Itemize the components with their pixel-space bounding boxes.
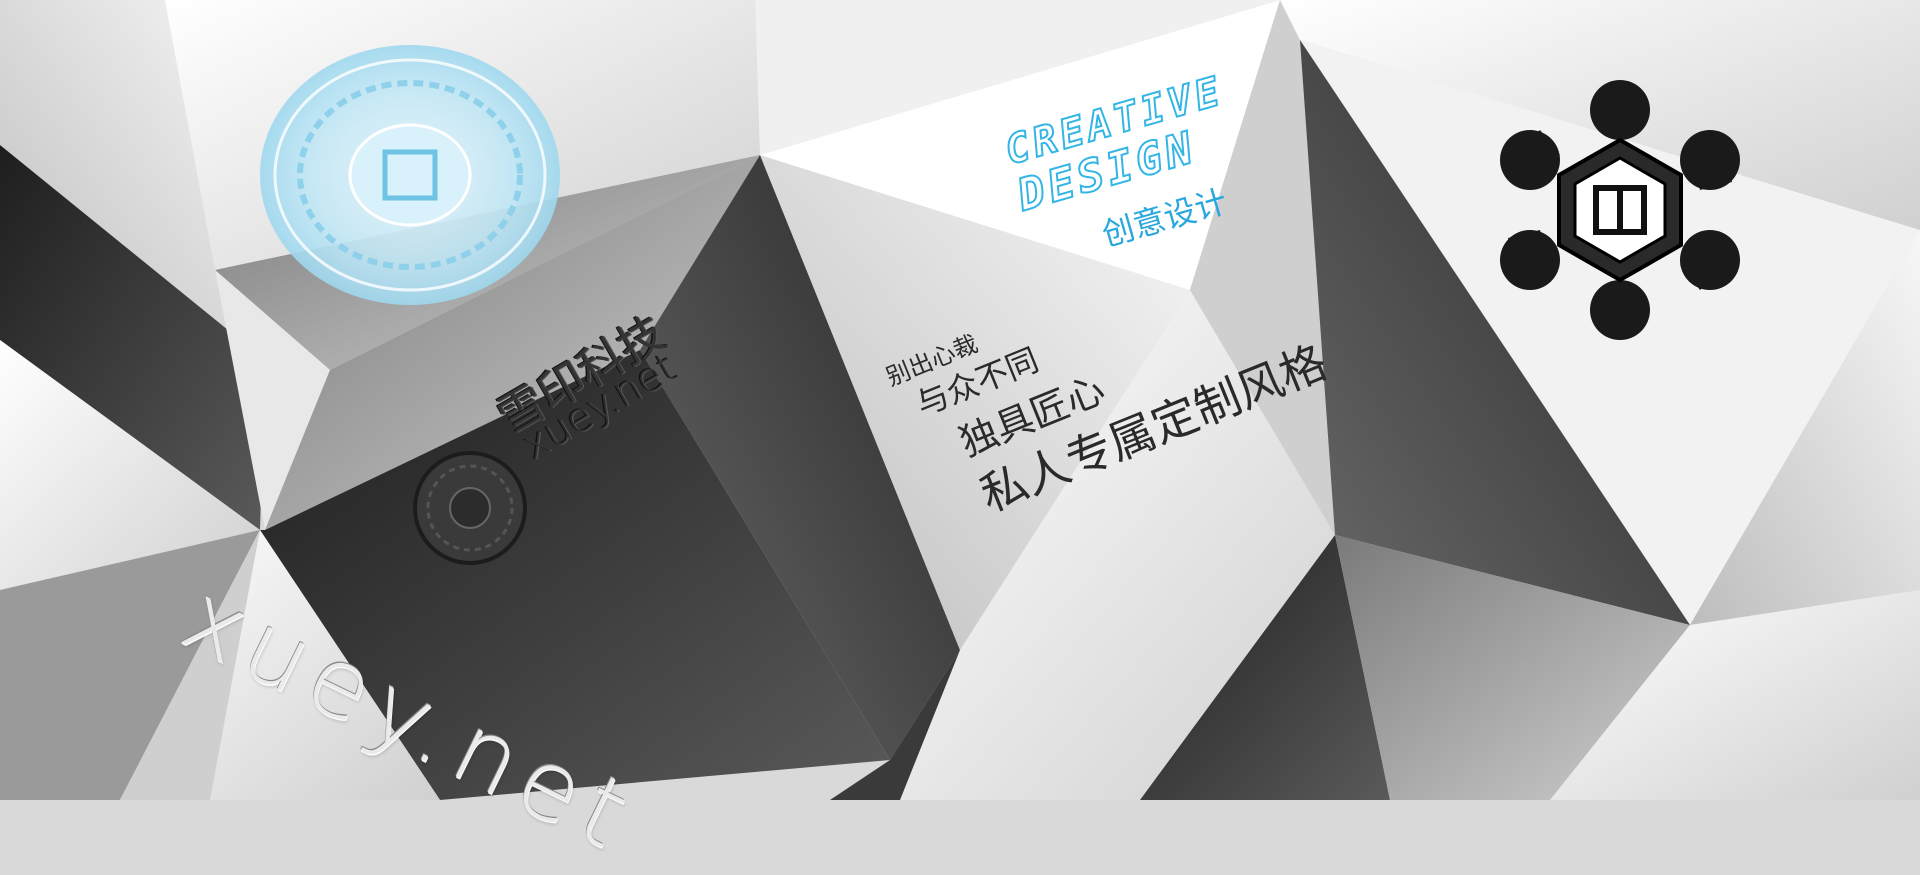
blue-seal-emblem (260, 45, 560, 305)
dark-seal-emblem (413, 451, 527, 565)
